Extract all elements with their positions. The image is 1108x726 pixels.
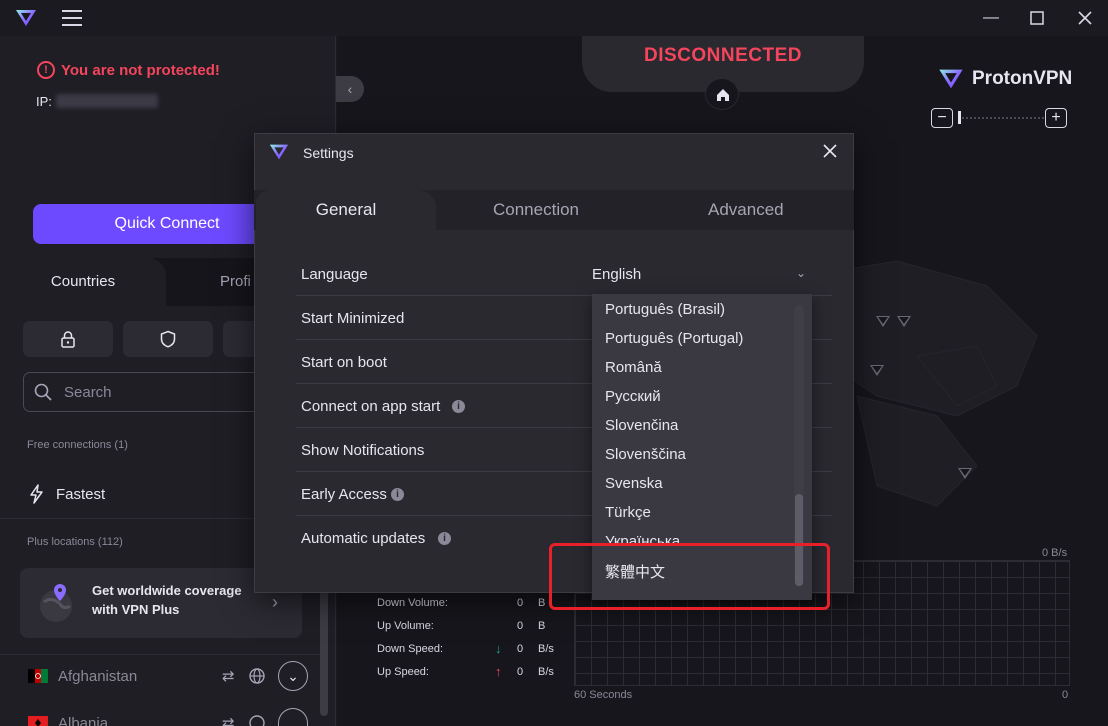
globe-pin-icon — [40, 584, 72, 622]
setting-row — [296, 252, 832, 296]
up-volume-label: Up Volume: — [377, 620, 434, 632]
divider — [0, 654, 320, 655]
brand-name: ProtonVPN — [972, 68, 1073, 89]
language-select[interactable]: English — [592, 266, 641, 283]
info-icon[interactable]: i — [452, 400, 465, 413]
up-volume-unit: B — [538, 620, 546, 632]
search-placeholder: Search — [64, 384, 112, 401]
secure-core-filter-button[interactable] — [23, 321, 113, 357]
search-icon — [34, 383, 52, 401]
warning-icon: ! — [37, 61, 55, 79]
server-marker[interactable] — [897, 316, 911, 327]
language-option[interactable]: Português (Brasil) — [605, 301, 725, 318]
down-speed-value: 0 — [517, 643, 524, 655]
p2p-icon: ⇄ — [222, 715, 235, 726]
language-option[interactable]: Português (Portugal) — [605, 330, 743, 347]
language-option[interactable]: Română — [605, 359, 662, 376]
close-window-button[interactable] — [1074, 8, 1096, 28]
ip-label: IP: — [36, 94, 52, 109]
server-marker[interactable] — [870, 365, 884, 376]
bolt-icon — [30, 484, 43, 504]
expand-country-button[interactable]: ⌄ — [278, 661, 308, 691]
down-speed-label: Down Speed: — [377, 643, 444, 655]
language-option[interactable]: Українська — [605, 533, 680, 543]
language-label: Language — [301, 266, 368, 283]
tab-countries[interactable]: Countries — [0, 258, 166, 306]
globe-icon — [249, 668, 265, 684]
home-icon — [717, 89, 729, 101]
plus-locations-label: Plus locations (112) — [27, 536, 123, 548]
down-speed-unit: B/s — [538, 643, 554, 655]
chevron-down-icon: ⌄ — [287, 668, 299, 684]
p2p-icon: ⇄ — [222, 668, 235, 685]
netshield-filter-button[interactable] — [123, 321, 213, 357]
language-option[interactable]: Русский — [605, 388, 661, 405]
up-speed-label: Up Speed: — [377, 666, 429, 678]
language-option[interactable]: Türkçe — [605, 504, 651, 521]
language-option[interactable]: Slovenčina — [605, 417, 678, 434]
zoom-slider-handle[interactable] — [958, 111, 961, 124]
tab-advanced[interactable]: Advanced — [708, 190, 784, 230]
graph-min-label: 0 — [1062, 689, 1069, 701]
protonvpn-logo-icon — [269, 144, 289, 160]
country-albania[interactable]: Albania — [58, 715, 108, 726]
minimize-button[interactable]: — — [980, 8, 1002, 28]
connect-on-start-label: Connect on app start — [301, 398, 441, 415]
menu-icon[interactable] — [62, 10, 82, 26]
flag-albania-icon — [28, 716, 48, 726]
start-minimized-label: Start Minimized — [301, 310, 405, 327]
graph-max-label: 0 B/s — [1042, 547, 1068, 559]
chevron-right-icon: › — [272, 592, 278, 612]
tab-profiles[interactable]: Profi — [220, 258, 251, 306]
globe-icon — [249, 715, 265, 726]
info-icon[interactable]: i — [391, 488, 404, 501]
up-volume-value: 0 — [517, 620, 524, 632]
down-volume-label: Down Volume: — [377, 597, 448, 609]
up-speed-unit: B/s — [538, 666, 554, 678]
dialog-title: Settings — [303, 145, 354, 161]
info-icon[interactable]: i — [438, 532, 451, 545]
server-marker[interactable] — [958, 468, 972, 479]
up-arrow-icon: ↑ — [495, 664, 502, 679]
home-button[interactable] — [705, 78, 739, 110]
protection-warning: You are not protected! — [61, 62, 220, 79]
start-on-boot-label: Start on boot — [301, 354, 387, 371]
show-notifications-label: Show Notifications — [301, 442, 425, 459]
close-dialog-button[interactable] — [820, 141, 840, 161]
language-option[interactable]: Slovenščina — [605, 446, 686, 463]
language-option[interactable]: Svenska — [605, 475, 663, 492]
fastest-server-item[interactable]: Fastest — [56, 486, 105, 503]
shield-icon — [160, 330, 176, 348]
protonvpn-logo-icon — [16, 10, 36, 26]
zoom-in-button[interactable]: + — [1045, 108, 1067, 128]
chevron-left-icon: ‹ — [347, 81, 353, 97]
up-speed-value: 0 — [517, 666, 524, 678]
tab-connection[interactable]: Connection — [493, 190, 579, 230]
automatic-updates-label: Automatic updates — [301, 530, 426, 547]
connection-status: DISCONNECTED — [643, 45, 802, 66]
brand-logo-icon — [939, 69, 963, 89]
chevron-down-icon[interactable]: ⌄ — [796, 266, 806, 280]
upsell-line1: Get worldwide coverage — [92, 583, 242, 598]
upsell-text: Get worldwide coverage with VPN Plus — [92, 581, 242, 619]
ip-address-redacted — [56, 94, 158, 108]
zoom-slider-track[interactable] — [958, 117, 1044, 119]
zoom-out-button[interactable]: − — [931, 108, 953, 128]
down-arrow-icon: ↓ — [495, 641, 502, 656]
title-bar — [0, 0, 1108, 36]
server-marker[interactable] — [876, 316, 890, 327]
country-afghanistan[interactable]: Afghanistan — [58, 668, 137, 685]
early-access-label: Early Access — [301, 486, 387, 503]
graph-time-label: 60 Seconds — [574, 689, 633, 701]
down-volume-unit: B — [538, 597, 546, 609]
upsell-line2: with VPN Plus — [92, 602, 180, 617]
collapse-sidebar-button[interactable]: ‹ — [336, 76, 364, 102]
tab-general[interactable]: General — [256, 190, 436, 230]
down-volume-value: 0 — [517, 597, 524, 609]
annotation-highlight-box — [549, 543, 830, 610]
free-connections-label: Free connections (1) — [27, 439, 128, 451]
flag-afghanistan-icon — [28, 669, 48, 683]
lock-icon — [61, 331, 75, 348]
maximize-button[interactable] — [1026, 8, 1048, 28]
